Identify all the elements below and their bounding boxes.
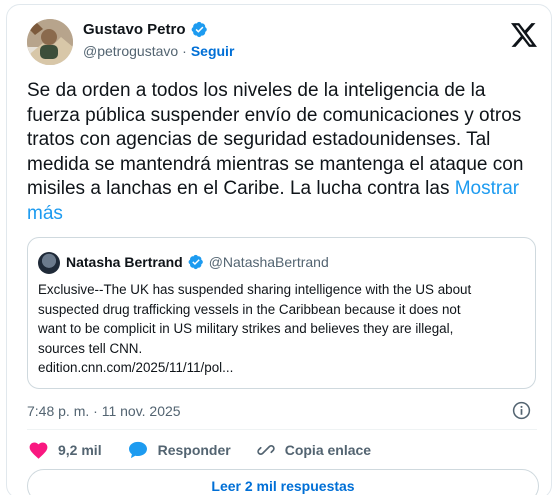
quoted-tweet[interactable]: Natasha Bertrand @NatashaBertrand Exclus…	[27, 237, 536, 389]
quote-link[interactable]: edition.cnn.com/2025/11/11/pol...	[38, 358, 528, 378]
tweet-text: Se da orden a todos los niveles de la in…	[27, 79, 527, 227]
follow-button[interactable]: Seguir	[191, 43, 235, 59]
verified-badge-icon	[188, 254, 203, 270]
author-name[interactable]: Gustavo Petro	[83, 21, 186, 38]
like-button[interactable]: 9,2 mil	[29, 441, 102, 459]
heart-icon	[29, 441, 48, 459]
x-logo-icon[interactable]	[511, 23, 537, 47]
quote-line: Exclusive--The UK has suspended sharing …	[38, 282, 472, 297]
quote-text: Exclusive--The UK has suspended sharing …	[38, 280, 528, 378]
reply-icon	[128, 441, 147, 459]
info-icon[interactable]	[512, 401, 531, 420]
author-avatar[interactable]	[27, 19, 73, 65]
author-handle[interactable]: @petrogustavo	[83, 43, 178, 59]
tweet-body: Se da orden a todos los niveles de la in…	[27, 80, 524, 200]
quote-line: want to be complicit in US military stri…	[38, 321, 454, 336]
quote-author-avatar	[38, 252, 60, 274]
quote-line: sources tell CNN.	[38, 340, 143, 356]
action-bar: 9,2 mil Responder Copia enlace	[29, 441, 397, 459]
quote-line: suspected drug trafficking vessels in th…	[38, 301, 461, 317]
quote-author-name: Natasha Bertrand	[66, 254, 183, 270]
separator-dot: ·	[182, 43, 187, 59]
verified-badge-icon	[191, 21, 207, 38]
reply-label: Responder	[157, 442, 231, 458]
link-icon	[257, 445, 275, 455]
copy-link-label: Copia enlace	[284, 442, 372, 458]
read-replies-button[interactable]: Leer 2 mil respuestas	[27, 469, 539, 495]
divider	[27, 429, 537, 430]
tweet-timestamp[interactable]: 7:48 p. m. · 11 nov. 2025	[27, 403, 181, 419]
tweet-embed-card: Gustavo Petro @petrogustavo · Seguir Se …	[6, 4, 552, 495]
quote-author-handle: @NatashaBertrand	[208, 254, 329, 270]
reply-button[interactable]: Responder	[128, 441, 231, 459]
like-count: 9,2 mil	[58, 442, 102, 458]
copy-link-button[interactable]: Copia enlace	[257, 441, 371, 459]
